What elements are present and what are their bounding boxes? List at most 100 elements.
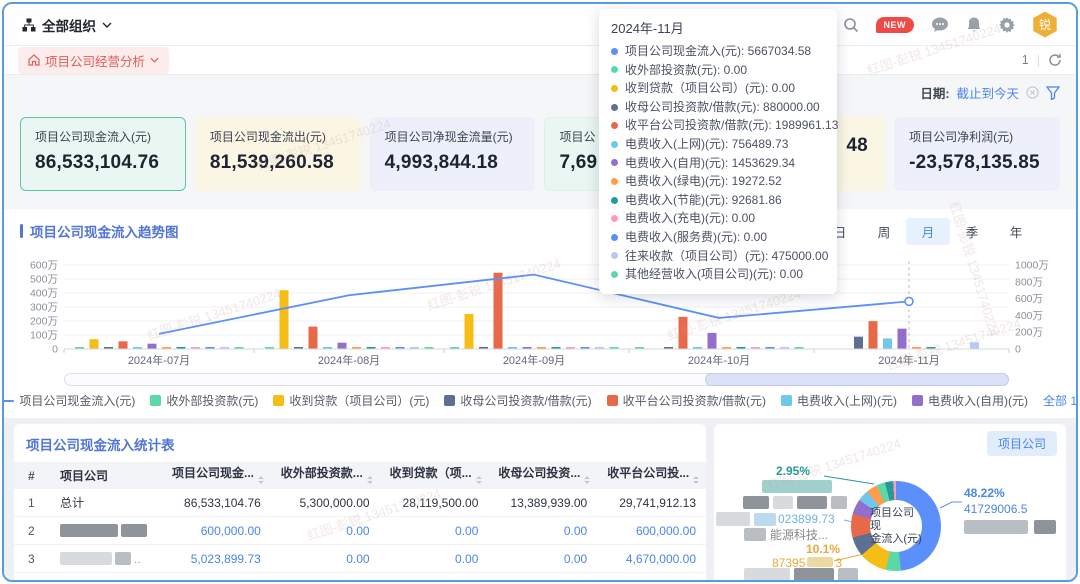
redacted-name xyxy=(794,568,834,581)
chart-legend: 项目公司现金流入(元)收外部投资款(元)收到贷款（项目公司）(元)收母公司投资款… xyxy=(44,392,1036,409)
table-header-2[interactable]: 项目公司现金... xyxy=(162,464,271,487)
donut-panel: 项目公司 项目公司现 金流入(元) 2.95% 02 xyxy=(714,424,1066,580)
series-color-dot xyxy=(611,252,618,259)
redacted-name xyxy=(964,520,1028,534)
redacted-name xyxy=(1034,520,1056,534)
home-icon xyxy=(28,54,40,66)
table-header-4[interactable]: 收到贷款（项... xyxy=(380,464,489,487)
kpi-card-1[interactable]: 项目公司现金流入(元)86,533,104.76 xyxy=(20,117,186,191)
gear-icon[interactable] xyxy=(999,17,1015,33)
funnel-filter-icon[interactable] xyxy=(1046,86,1060,100)
legend-item[interactable]: 电费收入(上网)(元) xyxy=(781,392,897,409)
kpi-cards: 项目公司现金流入(元)86,533,104.76项目公司现金流出(元)81,53… xyxy=(20,117,1060,191)
legend-item[interactable]: 项目公司现金流入(元) xyxy=(2,392,135,409)
svg-text:2024年-07月: 2024年-07月 xyxy=(128,353,190,367)
kpi-value: 4,993,844.18 xyxy=(385,152,521,174)
svg-text:0: 0 xyxy=(1015,344,1021,356)
refresh-icon[interactable] xyxy=(1048,53,1062,67)
donut-chart[interactable]: 项目公司现 金流入(元) xyxy=(851,481,941,571)
legend-item[interactable]: 收外部投资款(元) xyxy=(150,392,258,409)
messages-icon[interactable] xyxy=(931,17,949,33)
sort-icon[interactable] xyxy=(258,473,264,487)
kpi-title: 项目公司现金流出(元) xyxy=(210,128,346,145)
sort-icon[interactable] xyxy=(367,473,373,487)
legend-item[interactable]: 收平台公司投资款/借款(元) xyxy=(607,392,766,409)
row-index: 3 xyxy=(14,552,50,566)
table-row-4: 4...200,000.000.000.000.00200,000.00 xyxy=(14,573,706,582)
table-panel: 项目公司现金流入统计表 #项目公司项目公司现金...收外部投资款...收到贷款（… xyxy=(14,424,706,580)
table-cell-value: 28,119,500.00 xyxy=(380,496,489,510)
sort-icon[interactable] xyxy=(476,473,482,487)
tooltip-item: 电费收入(服务费)(元): 0.00 xyxy=(611,228,825,247)
tooltip-item: 电费收入(自用)(元): 1453629.34 xyxy=(611,154,825,173)
new-badge[interactable]: NEW xyxy=(876,17,915,33)
table-cell-value: 600,000.00 xyxy=(162,524,271,538)
table-header-3[interactable]: 收外部投资款... xyxy=(271,464,380,487)
date-filter-value[interactable]: 截止到今天 xyxy=(956,83,1019,102)
redacted-name xyxy=(744,568,790,581)
table-cell-value: 200,000.00 xyxy=(162,580,271,583)
callout-blue-pct: 48.22% xyxy=(964,486,1005,500)
tab-project-analysis[interactable]: 项目公司经营分析 xyxy=(18,47,169,74)
legend-swatch xyxy=(912,395,923,406)
sort-icon[interactable] xyxy=(693,473,699,487)
divider: | xyxy=(1037,53,1040,67)
tooltip-item: 收平台公司投资款/借款(元): 1989961.13 xyxy=(611,116,825,135)
legend-show-all-link[interactable]: 全部 13 xyxy=(1043,392,1078,409)
period-tab-年[interactable]: 年 xyxy=(994,218,1038,245)
period-tab-季[interactable]: 季 xyxy=(950,218,994,245)
tooltip-item: 其他经营收入(项目公司)(元): 0.00 xyxy=(611,265,825,284)
table-header-6[interactable]: 收平台公司投... xyxy=(597,464,706,487)
kpi-value: 86,533,104.76 xyxy=(35,152,171,174)
table-cell-value: 0.00 xyxy=(271,524,380,538)
sort-icon[interactable] xyxy=(584,473,590,487)
avatar[interactable]: 锐 xyxy=(1032,12,1058,38)
title-accent-bar xyxy=(20,224,23,238)
series-color-dot xyxy=(611,271,618,278)
legend-item[interactable]: 收母公司投资款/借款(元) xyxy=(444,392,591,409)
company-name-redacted xyxy=(50,524,162,537)
datazoom-slider[interactable] xyxy=(64,373,1009,386)
legend-item[interactable]: 收到贷款（项目公司）(元) xyxy=(273,392,429,409)
svg-text:100万: 100万 xyxy=(30,330,58,342)
period-tab-月[interactable]: 月 xyxy=(906,218,950,245)
org-selector[interactable]: 全部组织 xyxy=(22,15,112,35)
search-icon[interactable] xyxy=(843,17,859,33)
trend-chart[interactable]: 0100万200万300万400万500万600万0200万400万600万80… xyxy=(12,255,1068,386)
org-tree-icon xyxy=(22,18,36,32)
legend-swatch xyxy=(150,395,161,406)
cash-inflow-table: #项目公司项目公司现金...收外部投资款...收到贷款（项...收母公司投资..… xyxy=(14,462,706,582)
clear-filter-icon[interactable] xyxy=(1026,86,1039,99)
legend-swatch xyxy=(444,395,455,406)
series-color-dot xyxy=(611,215,618,222)
table-cell-value: 0.00 xyxy=(488,580,597,583)
kpi-card-2[interactable]: 项目公司现金流出(元)81,539,260.58 xyxy=(195,117,361,191)
project-company-badge[interactable]: 项目公司 xyxy=(987,431,1057,456)
tooltip-item: 电费收入(充电)(元): 0.00 xyxy=(611,209,825,228)
tooltip-item: 收到贷款（项目公司）(元): 0.00 xyxy=(611,79,825,98)
kpi-title: 项目公司净利润(元) xyxy=(909,128,1045,145)
series-color-dot xyxy=(611,122,618,129)
period-tabs: 日周月季年 xyxy=(818,218,1038,245)
legend-item[interactable]: 电费收入(自用)(元) xyxy=(912,392,1028,409)
callout-blue-value: 41729006.5 xyxy=(964,502,1027,516)
date-filter[interactable]: 日期: 截止到今天 xyxy=(920,83,1060,102)
tooltip-title: 2024年-11月 xyxy=(611,18,825,37)
svg-text:300万: 300万 xyxy=(30,302,58,314)
svg-text:500万: 500万 xyxy=(30,274,58,286)
callout-lightblue-name: 能源科技... xyxy=(770,526,828,543)
redacted-name xyxy=(797,496,827,509)
datazoom-selection[interactable] xyxy=(705,373,1009,386)
kpi-card-3[interactable]: 项目公司净现金流量(元)4,993,844.18 xyxy=(370,117,536,191)
redacted-teal-value xyxy=(762,480,832,493)
bell-icon[interactable] xyxy=(966,16,982,33)
table-header-5[interactable]: 收母公司投资... xyxy=(488,464,597,487)
redacted-name xyxy=(838,568,858,581)
period-tab-周[interactable]: 周 xyxy=(862,218,906,245)
date-filter-label: 日期: xyxy=(920,83,949,102)
bottom-section: 项目公司现金流入统计表 #项目公司项目公司现金...收外部投资款...收到贷款（… xyxy=(4,418,1076,580)
table-cell-value: 0.00 xyxy=(271,580,380,583)
kpi-card-6[interactable]: 项目公司净利润(元)-23,578,135.85 xyxy=(894,117,1060,191)
trend-section-title: 项目公司现金流入趋势图 xyxy=(20,221,179,241)
table-header-0: # xyxy=(14,469,50,483)
